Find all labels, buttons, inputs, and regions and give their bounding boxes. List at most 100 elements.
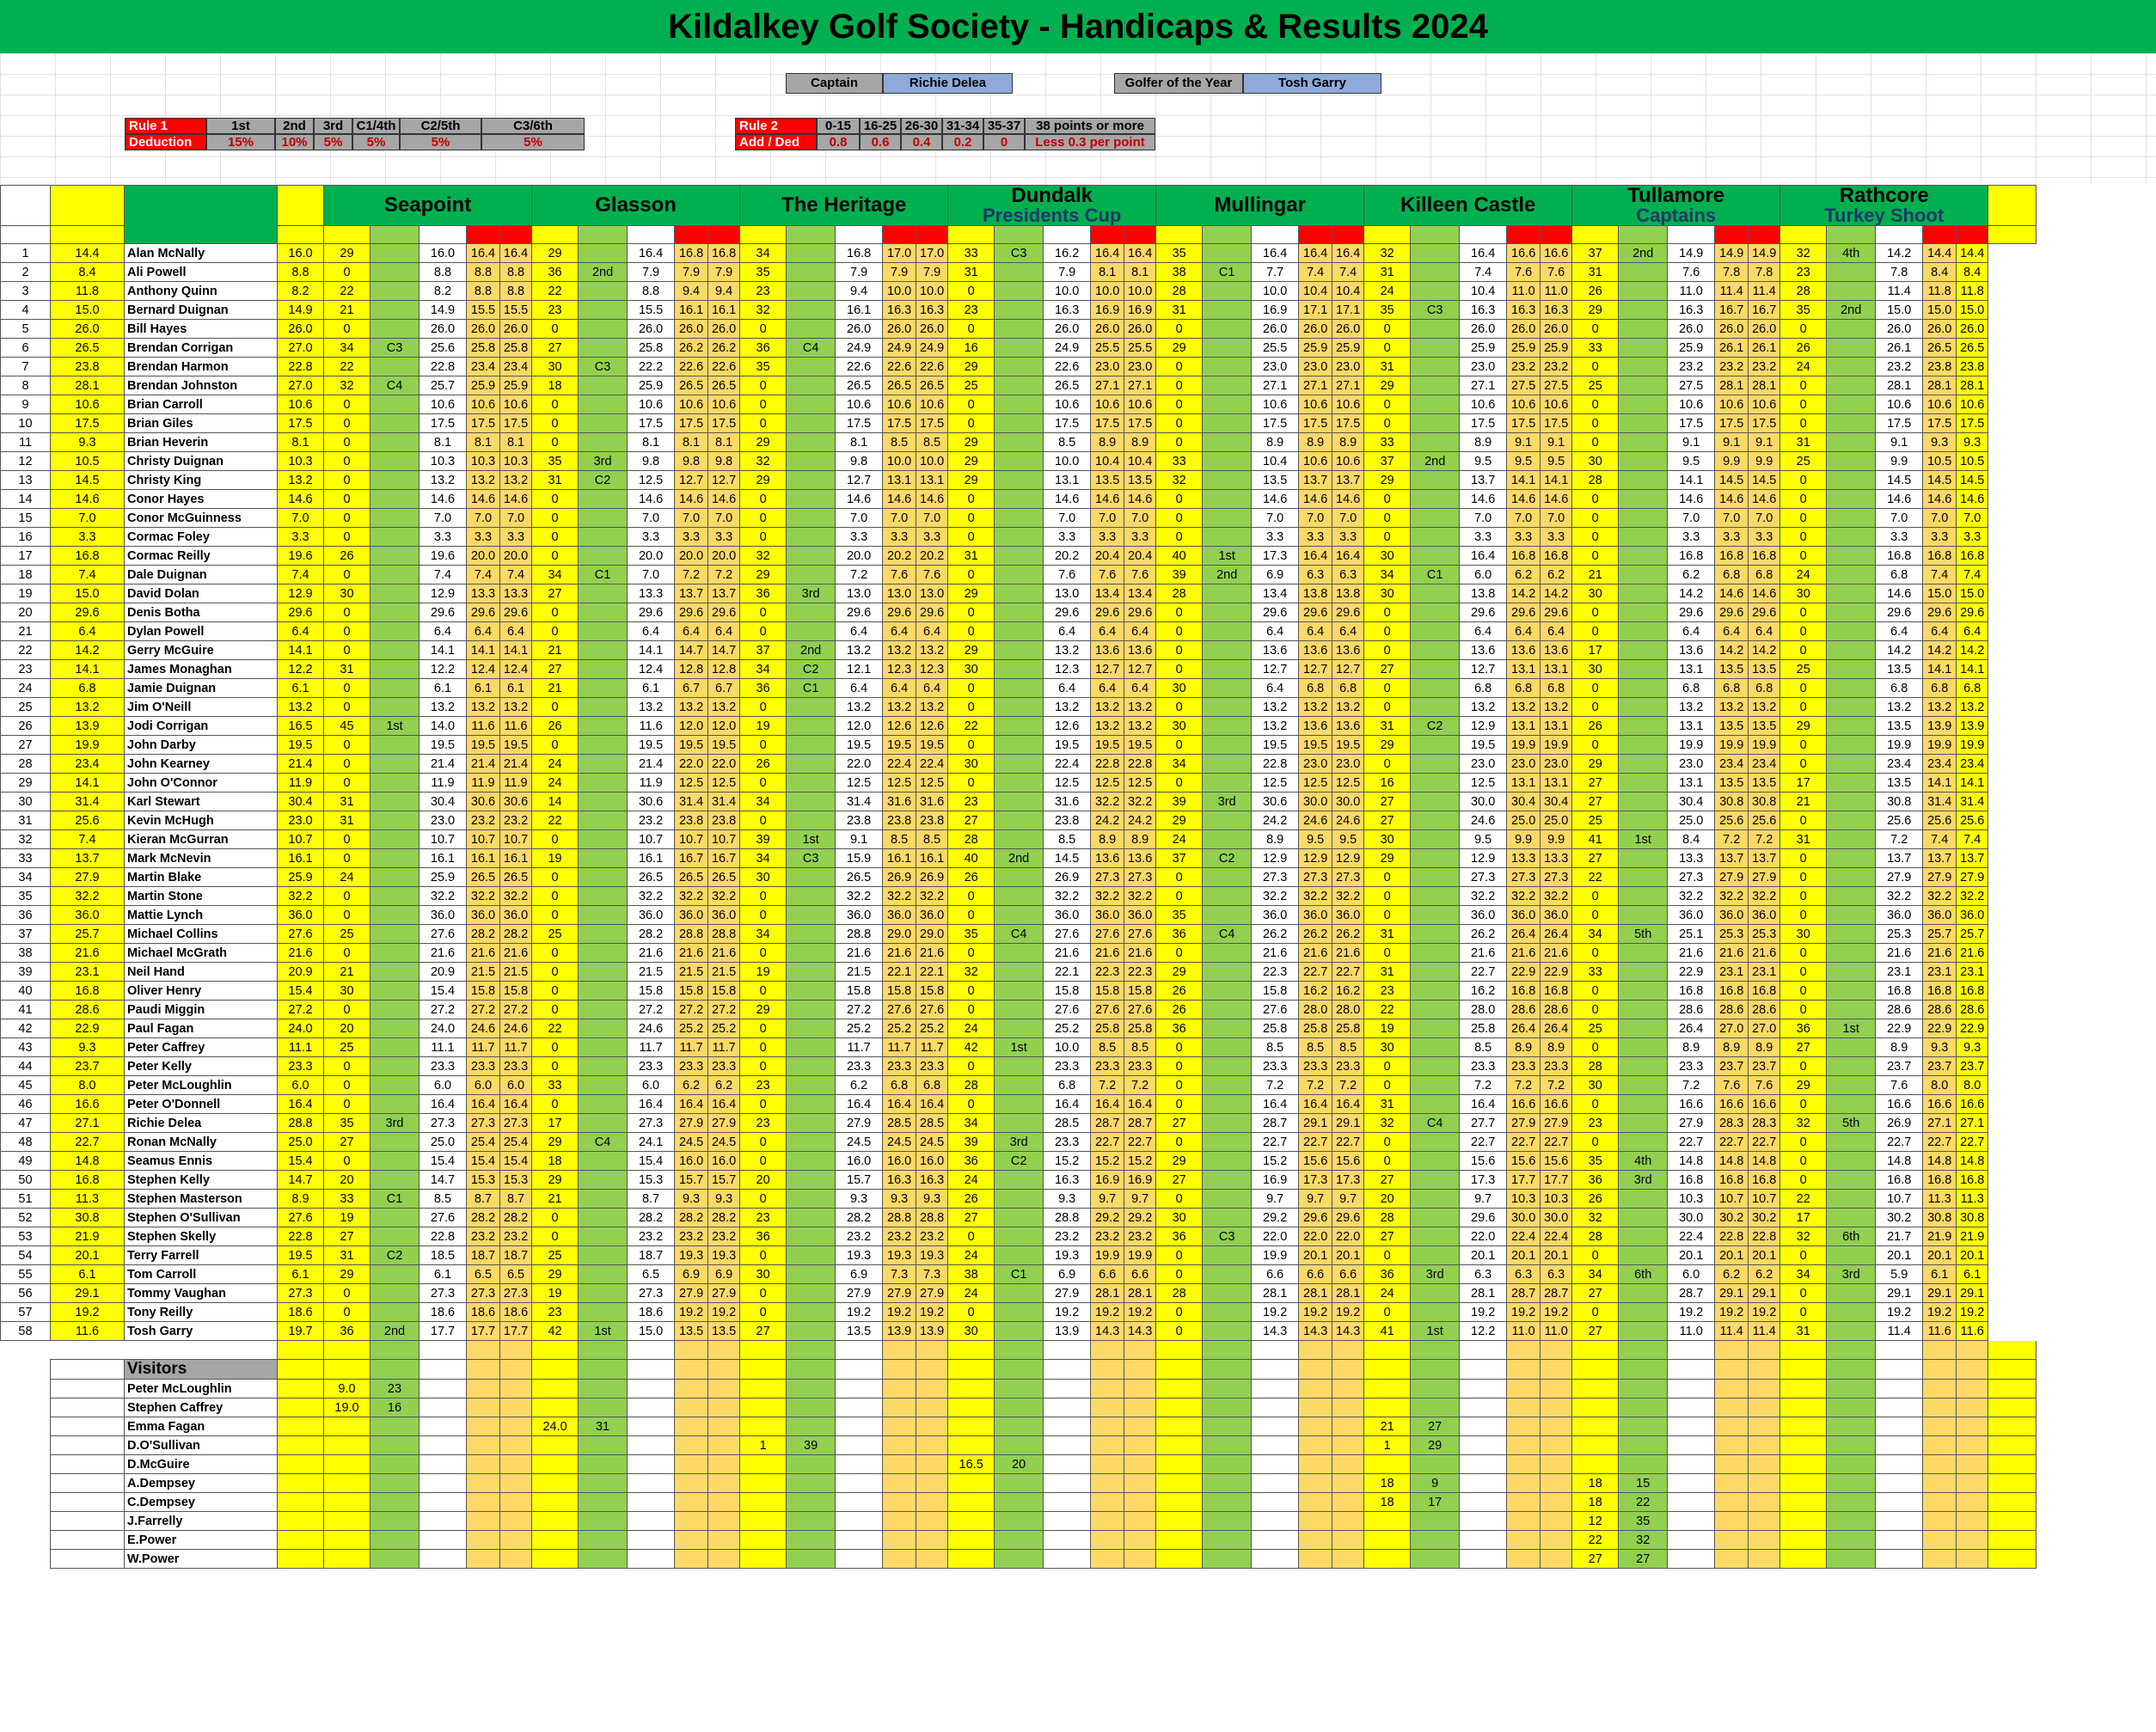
table-cell: 26 bbox=[1155, 1000, 1204, 1019]
table-cell: 22.0 bbox=[1298, 1227, 1333, 1246]
table-cell: 29 bbox=[1155, 962, 1204, 982]
table-cell bbox=[786, 300, 836, 320]
visitor-cell bbox=[499, 1454, 533, 1474]
table-cell: 30.2 bbox=[1748, 1208, 1781, 1227]
table-cell: 44 bbox=[0, 1056, 51, 1076]
table-cell: 9.9 bbox=[1540, 829, 1573, 849]
visitors-label: Visitors bbox=[124, 1359, 278, 1380]
table-cell bbox=[1202, 1056, 1253, 1076]
visitor-cell bbox=[1540, 1511, 1573, 1531]
table-cell: 28.0 bbox=[1459, 1000, 1508, 1019]
table-cell: 28.1 bbox=[50, 376, 125, 395]
visitor-cell bbox=[835, 1359, 884, 1380]
table-cell bbox=[1826, 451, 1877, 471]
table-cell: 17.5 bbox=[1090, 413, 1125, 433]
table-cell bbox=[1410, 1170, 1461, 1190]
table-cell: 0 bbox=[1363, 1132, 1412, 1152]
table-cell bbox=[1202, 716, 1253, 736]
visitor-cell bbox=[1540, 1549, 1573, 1569]
table-row: 35 32.2 Martin Stone 32.2 0 32.2 32.2 32.2 0 32.2… bbox=[0, 886, 2037, 906]
visitor-cell bbox=[578, 1530, 628, 1550]
table-cell: 10.6 bbox=[1251, 395, 1300, 414]
visitor-cell bbox=[1826, 1398, 1877, 1417]
table-cell: 13.8 bbox=[1298, 584, 1333, 603]
table-cell: 9.3 bbox=[1043, 1189, 1092, 1209]
table-cell: 22.2 bbox=[627, 357, 676, 376]
table-cell: 10.4 bbox=[1124, 451, 1157, 471]
table-cell: 32 bbox=[1155, 470, 1204, 490]
visitor-cell bbox=[1251, 1359, 1300, 1380]
table-cell: 16.6 bbox=[1506, 1094, 1541, 1114]
table-cell: 23.8 bbox=[674, 811, 709, 830]
table-cell: 11.0 bbox=[1540, 1321, 1573, 1341]
table-cell: 27.7 bbox=[1459, 1113, 1508, 1133]
table-cell: 15.3 bbox=[499, 1170, 533, 1190]
table-cell: 23.2 bbox=[1714, 357, 1749, 376]
table-cell: 0 bbox=[947, 943, 995, 963]
table-cell: 17 bbox=[1571, 640, 1620, 660]
table-cell: 15.0 bbox=[627, 1321, 676, 1341]
table-cell: 15.6 bbox=[1298, 1151, 1333, 1171]
table-cell: 25.8 bbox=[1124, 1019, 1157, 1038]
event-r1-header bbox=[882, 225, 917, 244]
table-cell: 29.6 bbox=[499, 603, 533, 622]
table-cell: 23.2 bbox=[1748, 357, 1781, 376]
visitor-cell bbox=[1202, 1359, 1253, 1380]
rule1-val-1: 10% bbox=[275, 134, 314, 150]
visitor-cell bbox=[370, 1473, 420, 1493]
visitor-cell bbox=[707, 1435, 741, 1455]
table-cell: 30.8 bbox=[1875, 792, 1924, 811]
visitor-cell bbox=[1988, 1511, 2037, 1531]
table-cell: 6.8 bbox=[1956, 678, 1989, 698]
table-cell: 14.1 bbox=[277, 640, 324, 660]
table-cell: 32 bbox=[947, 962, 995, 982]
table-cell: 16.8 bbox=[1875, 981, 1924, 1001]
table-cell: 27.9 bbox=[1540, 1113, 1573, 1133]
table-cell: 25 bbox=[323, 1037, 371, 1057]
table-cell bbox=[370, 735, 420, 755]
table-cell: 9.3 bbox=[50, 432, 125, 452]
visitor-cell bbox=[1922, 1473, 1957, 1493]
table-cell bbox=[1826, 470, 1877, 490]
table-cell: 33 bbox=[1363, 432, 1412, 452]
table-cell bbox=[994, 1019, 1044, 1038]
table-cell: 26.0 bbox=[1251, 319, 1300, 339]
table-cell: 12.5 bbox=[916, 773, 949, 793]
table-cell: 0 bbox=[1155, 1189, 1204, 1209]
table-cell: 28.2 bbox=[466, 924, 500, 944]
table-cell: 17.7 bbox=[1506, 1170, 1541, 1190]
table-cell: 26.2 bbox=[1332, 924, 1365, 944]
table-cell: 0 bbox=[323, 451, 371, 471]
table-cell bbox=[786, 962, 836, 982]
table-cell: 16.4 bbox=[1251, 1094, 1300, 1114]
table-cell: 27.6 bbox=[277, 924, 324, 944]
table-cell: 16.4 bbox=[1332, 1094, 1365, 1114]
table-cell: 16.0 bbox=[419, 243, 467, 263]
table-cell: 23.3 bbox=[1332, 1056, 1365, 1076]
visitor-cell bbox=[1043, 1359, 1092, 1380]
table-row: 46 16.6 Peter O'Donnell 16.4 0 16.4 16.4 16.4 0 1… bbox=[0, 1094, 2037, 1114]
table-cell: 1st bbox=[370, 716, 420, 736]
visitor-cell bbox=[1571, 1454, 1620, 1474]
table-cell: 14.2 bbox=[1875, 243, 1924, 263]
table-cell: 26 bbox=[1571, 716, 1620, 736]
table-cell: 7.6 bbox=[1090, 565, 1125, 584]
visitor-cell bbox=[674, 1454, 709, 1474]
table-cell: 29 bbox=[531, 1264, 579, 1284]
event-r1-header bbox=[1922, 225, 1957, 244]
table-cell bbox=[1826, 678, 1877, 698]
table-cell: 13.6 bbox=[1090, 640, 1125, 660]
visitor-cell bbox=[1748, 1473, 1781, 1493]
table-cell: 23.7 bbox=[1875, 1056, 1924, 1076]
table-cell bbox=[1202, 754, 1253, 774]
table-cell: 16.4 bbox=[1298, 243, 1333, 263]
table-cell: Neil Hand bbox=[124, 962, 278, 982]
table-cell: 27.3 bbox=[1540, 867, 1573, 887]
visitor-cell bbox=[786, 1359, 836, 1380]
visitor-cell bbox=[466, 1359, 500, 1380]
table-cell: 21.6 bbox=[835, 943, 884, 963]
table-cell: 29 bbox=[947, 432, 995, 452]
table-cell: 3.3 bbox=[627, 527, 676, 547]
table-cell: 25.9 bbox=[1667, 338, 1716, 358]
spacer-cell bbox=[1459, 1340, 1507, 1360]
